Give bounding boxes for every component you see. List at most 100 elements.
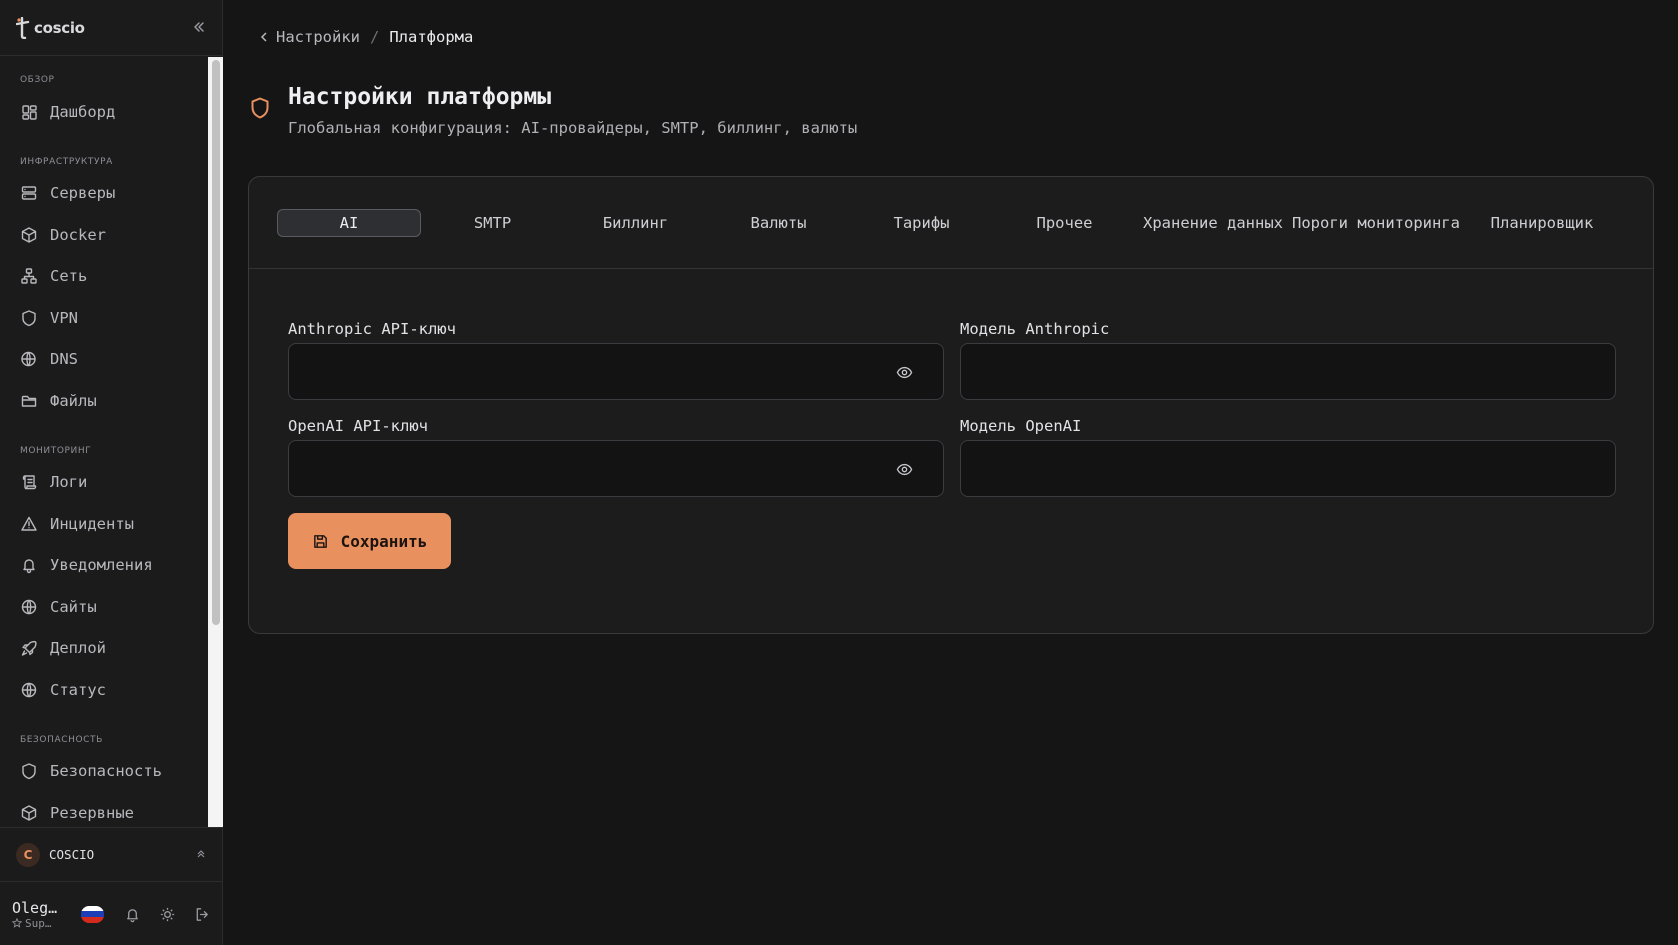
sidebar-item[interactable]: DNS bbox=[0, 339, 208, 381]
sidebar-item[interactable]: Сеть bbox=[0, 256, 208, 298]
sidebar-item[interactable]: VPN bbox=[0, 297, 208, 339]
tab-3[interactable]: Валюты bbox=[707, 209, 850, 237]
tab-1[interactable]: SMTP bbox=[421, 209, 564, 237]
openai-key-label: OpenAI API-ключ bbox=[288, 417, 428, 435]
sidebar-section-label: БЕЗОПАСНОСТЬ bbox=[20, 734, 103, 745]
box-icon bbox=[21, 805, 37, 821]
brand-name: coscio bbox=[34, 18, 85, 37]
org-name: COSCIO bbox=[49, 847, 95, 862]
openai-key-input[interactable] bbox=[305, 459, 927, 478]
sidebar-item[interactable]: Резервные bbox=[0, 792, 208, 827]
anthropic-model-input[interactable] bbox=[977, 362, 1599, 381]
sidebar-item-label: Уведомления bbox=[50, 556, 153, 575]
sidebar-item-label: Деплой bbox=[50, 639, 106, 658]
sun-icon[interactable] bbox=[159, 906, 176, 923]
anthropic-key-field[interactable] bbox=[288, 343, 944, 400]
sidebar-item[interactable]: Инциденты bbox=[0, 503, 208, 545]
sidebar-item-label: Логи bbox=[50, 473, 88, 492]
sidebar-item-label: Статус bbox=[50, 680, 106, 699]
page-header: Настройки платформы Глобальная конфигура… bbox=[248, 82, 857, 137]
anthropic-model-field[interactable] bbox=[960, 343, 1616, 400]
sidebar-item[interactable]: Безопасность bbox=[0, 751, 208, 793]
alert-triangle-icon bbox=[21, 516, 37, 531]
sidebar-item[interactable]: Уведомления bbox=[0, 545, 208, 587]
user-role-label: Sup… bbox=[25, 916, 52, 930]
eye-icon[interactable] bbox=[896, 364, 913, 381]
globe-icon bbox=[21, 599, 37, 614]
folder-icon bbox=[21, 395, 37, 407]
sidebar-item[interactable]: Файлы bbox=[0, 380, 208, 422]
sidebar-item-label: Серверы bbox=[50, 184, 116, 203]
sidebar-item[interactable]: Статус bbox=[0, 669, 208, 711]
breadcrumb-separator: / bbox=[370, 28, 380, 46]
bell-icon[interactable] bbox=[124, 906, 141, 923]
globe-lock-icon bbox=[21, 352, 36, 367]
star-icon bbox=[12, 918, 22, 928]
sidebar-item[interactable]: Деплой bbox=[0, 628, 208, 670]
sidebar-section-label: ИНФРАСТРУКТУРА bbox=[20, 156, 113, 167]
sidebar-item-label: Безопасность bbox=[50, 762, 162, 781]
shield-icon bbox=[22, 310, 36, 326]
openai-model-input[interactable] bbox=[977, 459, 1599, 478]
user-name: Oleg… bbox=[12, 898, 58, 917]
sidebar-item-label: Сеть bbox=[50, 267, 88, 286]
org-switcher[interactable]: C COSCIO bbox=[0, 827, 223, 882]
save-button[interactable]: Сохранить bbox=[288, 513, 451, 569]
tab-4[interactable]: Тарифы bbox=[850, 209, 993, 237]
user-panel: Oleg… Sup… bbox=[0, 883, 223, 945]
openai-model-field[interactable] bbox=[960, 440, 1616, 497]
eye-icon[interactable] bbox=[896, 461, 913, 478]
sidebar-nav: ОБЗОР Дашборд ИНФРАСТРУКТУРА Серверы Docker С… bbox=[0, 57, 208, 827]
sidebar-item-label: Резервные bbox=[50, 803, 134, 822]
page-subtitle: Глобальная конфигурация: AI-провайдеры, … bbox=[288, 119, 858, 137]
shield-icon bbox=[22, 763, 36, 780]
settings-card: AI SMTP Биллинг Валюты Тарифы Прочее Хранение … bbox=[248, 176, 1654, 634]
collapse-sidebar-icon[interactable] bbox=[190, 18, 208, 36]
page-title: Настройки платформы bbox=[288, 84, 552, 110]
sidebar-item-label: DNS bbox=[50, 350, 78, 369]
sidebar-item-label: VPN bbox=[50, 308, 78, 327]
brand-logo[interactable]: coscio bbox=[16, 16, 85, 39]
coscio-logo-icon bbox=[16, 16, 30, 39]
sidebar-item[interactable]: Сайты bbox=[0, 586, 208, 628]
tab-0[interactable]: AI bbox=[277, 208, 421, 237]
sidebar-scrollbar-thumb[interactable] bbox=[212, 60, 220, 625]
tab-8[interactable]: Планировщик bbox=[1462, 209, 1622, 237]
save-icon bbox=[313, 534, 327, 548]
openai-key-field[interactable] bbox=[288, 440, 944, 497]
settings-tabs: AI SMTP Биллинг Валюты Тарифы Прочее Хранение … bbox=[249, 177, 1653, 269]
sidebar-item-label: Docker bbox=[50, 225, 106, 244]
russian-flag-icon[interactable] bbox=[80, 905, 104, 923]
breadcrumb-settings: Настройки bbox=[276, 28, 360, 46]
tab-2[interactable]: Биллинг bbox=[564, 209, 707, 237]
sidebar-item[interactable]: Логи bbox=[0, 462, 208, 504]
dashboard-icon bbox=[22, 105, 37, 120]
openai-model-label: Модель OpenAI bbox=[960, 417, 1082, 435]
brand-header: coscio bbox=[0, 0, 222, 56]
anthropic-model-label: Модель Anthropic bbox=[960, 320, 1110, 338]
breadcrumb: Настройки / Платформа bbox=[258, 28, 473, 46]
sidebar-item[interactable]: Дашборд bbox=[0, 91, 208, 133]
network-icon bbox=[21, 268, 37, 284]
sidebar-item-label: Файлы bbox=[50, 391, 97, 410]
anthropic-key-input[interactable] bbox=[305, 362, 927, 381]
bell-icon bbox=[23, 559, 35, 574]
anthropic-key-label: Anthropic API-ключ bbox=[288, 320, 456, 338]
sidebar-item-label: Сайты bbox=[50, 597, 97, 616]
shield-icon bbox=[251, 97, 269, 119]
scroll-icon bbox=[22, 475, 37, 490]
sidebar: coscio ОБЗОР Дашборд ИНФРАСТРУКТУРА Серверы… bbox=[0, 0, 223, 945]
sidebar-item[interactable]: Docker bbox=[0, 214, 208, 256]
tab-5[interactable]: Прочее bbox=[993, 209, 1136, 237]
sidebar-item[interactable]: Серверы bbox=[0, 173, 208, 215]
rocket-icon bbox=[21, 641, 37, 656]
chevrons-up-down-icon bbox=[197, 849, 205, 857]
breadcrumb-back-link[interactable]: Настройки bbox=[258, 28, 360, 46]
logout-icon[interactable] bbox=[194, 906, 211, 923]
tab-6[interactable]: Хранение данных bbox=[1136, 209, 1290, 237]
tab-7[interactable]: Пороги мониторинга bbox=[1290, 209, 1462, 237]
user-info[interactable]: Oleg… Sup… bbox=[12, 899, 65, 930]
save-button-label: Сохранить bbox=[340, 531, 428, 551]
box-icon bbox=[21, 227, 37, 243]
sidebar-section-label: МОНИТОРИНГ bbox=[20, 445, 92, 456]
